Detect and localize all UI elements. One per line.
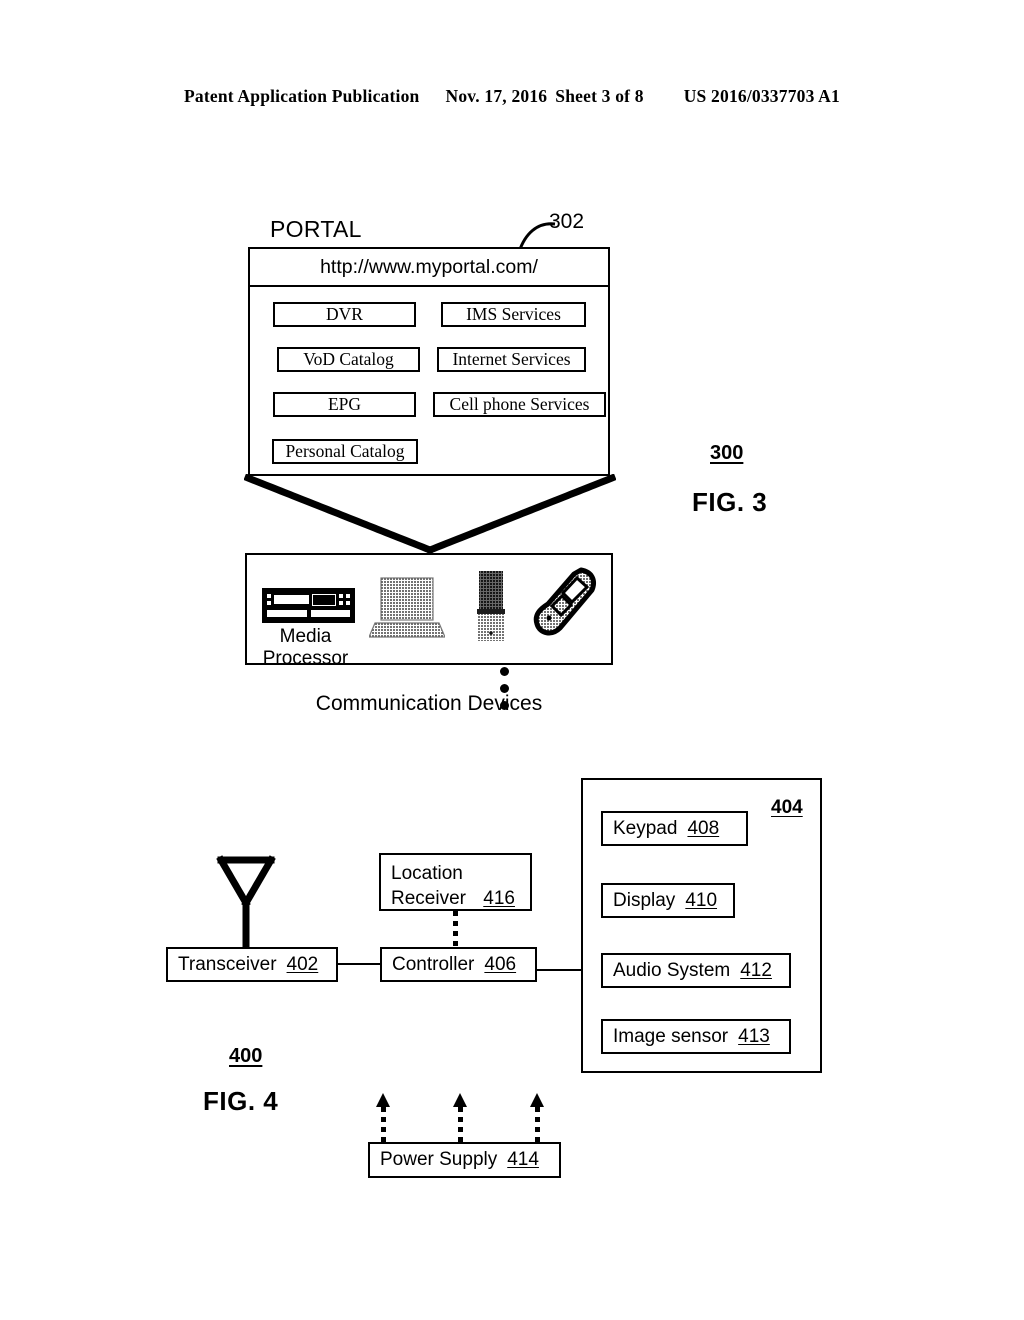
location-receiver-ref: 416 <box>483 888 515 909</box>
keypad-block: Keypad 408 <box>601 811 748 846</box>
figure-3-label: FIG. 3 <box>692 487 768 517</box>
transceiver-block: Transceiver 402 <box>166 947 338 982</box>
media-processor-label-line2: Processor <box>262 648 349 669</box>
audio-system-block: Audio System 412 <box>601 953 791 988</box>
transceiver-to-controller-connector <box>338 963 380 965</box>
antenna-icon <box>216 855 276 949</box>
power-supply-arrow <box>453 1093 467 1142</box>
location-receiver-label-line2: Receiver <box>391 888 466 909</box>
portal-button-label: DVR <box>326 304 363 324</box>
portal-button-epg[interactable]: EPG <box>273 392 416 417</box>
header-publication: Patent Application Publication <box>184 86 420 106</box>
portal-button-cell-phone-services[interactable]: Cell phone Services <box>433 392 606 417</box>
location-receiver-to-controller-connector <box>453 911 458 949</box>
keypad-label: Keypad <box>613 817 678 839</box>
header-sheet-number: Sheet 3 of 8 <box>555 86 644 106</box>
flip-phone-icon <box>533 567 597 636</box>
keypad-ref: 408 <box>687 817 720 839</box>
figure-4-label: FIG. 4 <box>203 1086 279 1116</box>
figure-4-ref: 400 <box>229 1045 263 1067</box>
portal-button-dvr[interactable]: DVR <box>273 302 416 327</box>
location-receiver-label-line1: Location <box>391 863 463 884</box>
portal-button-label: VoD Catalog <box>303 349 394 369</box>
portal-button-vod-catalog[interactable]: VoD Catalog <box>277 347 420 372</box>
controller-block: Controller 406 <box>380 947 537 982</box>
portal-button-internet-services[interactable]: Internet Services <box>437 347 586 372</box>
portal-button-ims-services[interactable]: IMS Services <box>441 302 586 327</box>
portal-button-label: Personal Catalog <box>285 441 405 461</box>
figure-3-ref: 300 <box>710 442 744 464</box>
display-ref: 410 <box>685 889 718 911</box>
portal-url-text: http://www.myportal.com/ <box>320 255 538 278</box>
controller-ref: 406 <box>484 953 517 975</box>
transceiver-ref: 402 <box>286 953 319 975</box>
audio-system-label: Audio System <box>613 959 731 981</box>
location-receiver-block: Location Receiver 416 <box>379 853 532 911</box>
portal-button-label: IMS Services <box>466 304 561 324</box>
power-supply-label: Power Supply <box>380 1149 498 1170</box>
transceiver-label: Transceiver <box>178 953 277 975</box>
power-supply-ref: 414 <box>507 1149 539 1170</box>
media-processor-label: Media Processor <box>248 626 363 670</box>
portal-button-label: Internet Services <box>452 349 571 369</box>
ellipsis-dot <box>500 667 509 676</box>
portal-button-label: EPG <box>327 394 362 414</box>
portal-to-devices-connector <box>244 474 616 555</box>
image-sensor-label: Image sensor <box>613 1025 729 1047</box>
page-header: Patent Application Publication Nov. 17, … <box>0 86 1024 107</box>
device-group-ref-404: 404 <box>771 797 803 818</box>
image-sensor-block: Image sensor 413 <box>601 1019 791 1054</box>
display-label: Display <box>613 889 676 911</box>
controller-label: Controller <box>392 953 475 975</box>
power-supply-block: Power Supply 414 <box>368 1142 561 1178</box>
power-supply-arrow <box>530 1093 544 1142</box>
portal-url-bar[interactable]: http://www.myportal.com/ <box>250 249 608 287</box>
media-processor-label-line1: Media <box>279 626 332 647</box>
image-sensor-ref: 413 <box>738 1025 770 1047</box>
portal-window: http://www.myportal.com/ DVR VoD Catalog… <box>248 247 610 710</box>
controller-to-device-group-connector <box>537 969 582 971</box>
portal-button-label: Cell phone Services <box>449 394 590 414</box>
audio-system-ref: 412 <box>740 959 772 981</box>
portal-button-personal-catalog[interactable]: Personal Catalog <box>272 439 418 464</box>
cordless-phone-icon <box>477 571 505 641</box>
header-patent-number: US 2016/0337703 A1 <box>683 86 840 106</box>
media-processor-icon <box>262 588 355 623</box>
laptop-computer-icon <box>369 577 445 638</box>
power-supply-arrow <box>376 1093 390 1142</box>
communication-devices-caption: Communication Devices <box>315 692 543 715</box>
portal-ref-302: 302 <box>549 210 585 233</box>
header-date: Nov. 17, 2016 <box>445 86 548 106</box>
display-block: Display 410 <box>601 883 735 918</box>
portal-title: PORTAL <box>270 216 362 242</box>
